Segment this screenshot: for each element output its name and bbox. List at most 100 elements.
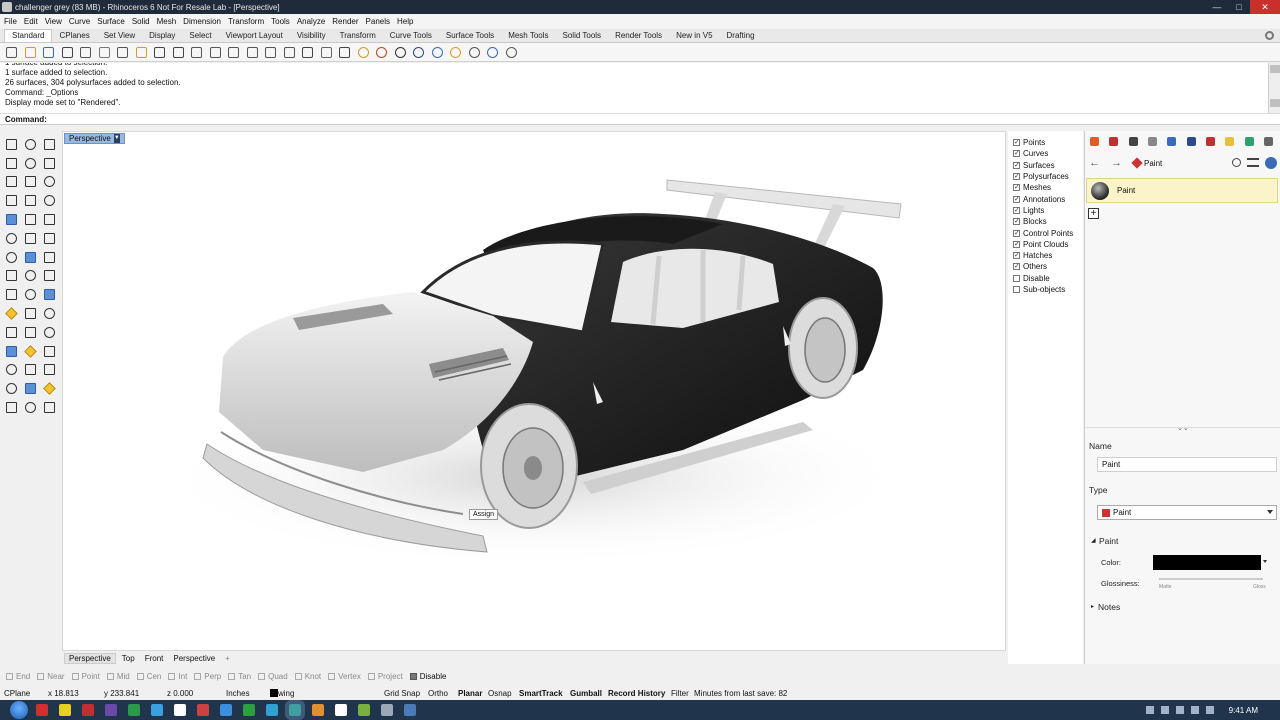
copy-icon[interactable] [115, 45, 130, 60]
polyline-icon[interactable] [40, 135, 59, 154]
tab-cplanes[interactable]: CPlanes [52, 30, 96, 42]
color-swatch[interactable] [1153, 555, 1261, 570]
taskbar-app-icon[interactable] [174, 704, 186, 716]
mesh-icon[interactable] [2, 248, 21, 267]
color-wheel-icon[interactable] [374, 45, 389, 60]
layer-icon[interactable] [40, 342, 59, 361]
tab-viewport-layout[interactable]: Viewport Layout [219, 30, 290, 42]
curve-icon[interactable] [2, 191, 21, 210]
save-icon[interactable] [41, 45, 56, 60]
section-expander-icon[interactable]: ◢ [1091, 537, 1096, 544]
osnap-end[interactable]: End [6, 672, 30, 681]
print-icon[interactable] [60, 45, 75, 60]
osnap-checkbox[interactable] [106, 672, 114, 680]
sun-tab-icon[interactable] [1183, 136, 1198, 147]
copy-tool-icon[interactable] [21, 267, 40, 286]
taskbar-app-icon[interactable] [59, 704, 71, 716]
taskbar-app-icon[interactable] [243, 704, 255, 716]
array-grid-icon[interactable] [2, 379, 21, 398]
tab-transform[interactable]: Transform [333, 30, 383, 42]
search-icon[interactable] [1232, 158, 1241, 167]
tab-select[interactable]: Select [182, 30, 218, 42]
filter-blocks[interactable]: ✓ Blocks [1008, 216, 1083, 227]
check-icon[interactable] [2, 361, 21, 380]
minimize-button[interactable]: — [1206, 0, 1228, 14]
scroll-up-icon[interactable] [1270, 65, 1280, 73]
smarttrack-toggle[interactable]: SmartTrack [519, 689, 563, 698]
taskbar-app-icon[interactable] [220, 704, 232, 716]
ground-tab-icon[interactable] [1241, 136, 1256, 147]
layer-indicator[interactable]: wing [270, 688, 294, 699]
toolbar-gear-icon[interactable] [1265, 31, 1274, 40]
filter-checkbox[interactable]: ✓ [1013, 184, 1020, 192]
menu-item-curve[interactable]: Curve [69, 17, 90, 26]
menu-item-edit[interactable]: Edit [24, 17, 38, 26]
paste-icon[interactable] [134, 45, 149, 60]
grid-snap-toggle[interactable]: Grid Snap [384, 689, 420, 698]
filter-checkbox[interactable]: ✓ [1013, 240, 1020, 248]
notes-label[interactable]: Notes [1098, 602, 1120, 612]
material-type-select[interactable]: Paint [1097, 505, 1277, 520]
osnap-checkbox[interactable] [228, 672, 236, 680]
block-icon[interactable] [21, 342, 40, 361]
units-label[interactable]: Inches [226, 689, 250, 698]
taskbar-app-icon[interactable] [197, 704, 209, 716]
properties-icon[interactable] [40, 379, 59, 398]
point-icon[interactable] [21, 135, 40, 154]
tab-surface-tools[interactable]: Surface Tools [439, 30, 501, 42]
osnap-checkbox[interactable] [194, 672, 202, 680]
surface-icon[interactable] [2, 210, 21, 229]
planar-toggle[interactable]: Planar [458, 689, 482, 698]
object-tab-icon[interactable] [1106, 136, 1121, 147]
osnap-checkbox[interactable] [258, 672, 266, 680]
join-icon[interactable] [40, 285, 59, 304]
zoom-selected-icon[interactable] [245, 45, 260, 60]
menu-item-tools[interactable]: Tools [271, 17, 290, 26]
environment-tab-icon[interactable] [1203, 136, 1218, 147]
command-line[interactable]: Command: [0, 113, 1280, 125]
explode-icon[interactable] [40, 248, 59, 267]
move-icon[interactable] [189, 45, 204, 60]
dimension-icon[interactable] [2, 323, 21, 342]
gumball-toggle[interactable]: Gumball [570, 689, 602, 698]
warning-icon[interactable] [40, 398, 59, 417]
select-arrow-icon[interactable] [2, 135, 21, 154]
material-breadcrumb[interactable]: Paint [1131, 157, 1162, 169]
osnap-mid[interactable]: Mid [106, 672, 130, 681]
taskbar-app-icon[interactable] [82, 704, 94, 716]
filter-checkbox[interactable]: ✓ [1013, 229, 1020, 237]
menu-item-mesh[interactable]: Mesh [157, 17, 177, 26]
tab-curve-tools[interactable]: Curve Tools [383, 30, 439, 42]
display-tab-icon[interactable] [1126, 136, 1141, 147]
cut-icon[interactable] [97, 45, 112, 60]
material-icon[interactable] [430, 45, 445, 60]
rectangle-icon[interactable] [2, 173, 21, 192]
osnap-checkbox[interactable] [37, 672, 45, 680]
osnap-checkbox[interactable] [168, 672, 176, 680]
filter-toggle[interactable]: Filter [671, 689, 689, 698]
filter-checkbox[interactable]: ✓ [1013, 206, 1020, 214]
mirror-icon[interactable] [40, 267, 59, 286]
trim-icon[interactable] [2, 285, 21, 304]
tray-icon[interactable] [1160, 706, 1169, 714]
osnap-point[interactable]: Point [71, 672, 100, 681]
perspective-viewport[interactable]: Perspective ▼ Assign [62, 131, 1006, 651]
hatch-icon[interactable] [40, 323, 59, 342]
offset-icon[interactable] [40, 191, 59, 210]
osnap-toggle[interactable]: Osnap [488, 689, 512, 698]
extrude-icon[interactable] [21, 210, 40, 229]
camera-icon[interactable] [319, 45, 334, 60]
import-icon[interactable] [78, 45, 93, 60]
tab-standard[interactable]: Standard [4, 29, 53, 42]
volume-icon[interactable] [1205, 706, 1214, 714]
materials-tab-icon[interactable] [1087, 136, 1102, 147]
filter-control-points[interactable]: ✓ Control Points [1008, 227, 1083, 238]
menu-item-render[interactable]: Render [332, 17, 358, 26]
tab-display[interactable]: Display [142, 30, 182, 42]
filter-sub-objects[interactable]: Sub-objects [1008, 284, 1083, 295]
box-icon[interactable] [2, 229, 21, 248]
history-scrollbar[interactable] [1268, 63, 1280, 113]
filter-point-clouds[interactable]: ✓ Point Clouds [1008, 239, 1083, 250]
forward-arrow-icon[interactable]: → [1111, 157, 1125, 169]
help-icon[interactable] [485, 45, 500, 60]
